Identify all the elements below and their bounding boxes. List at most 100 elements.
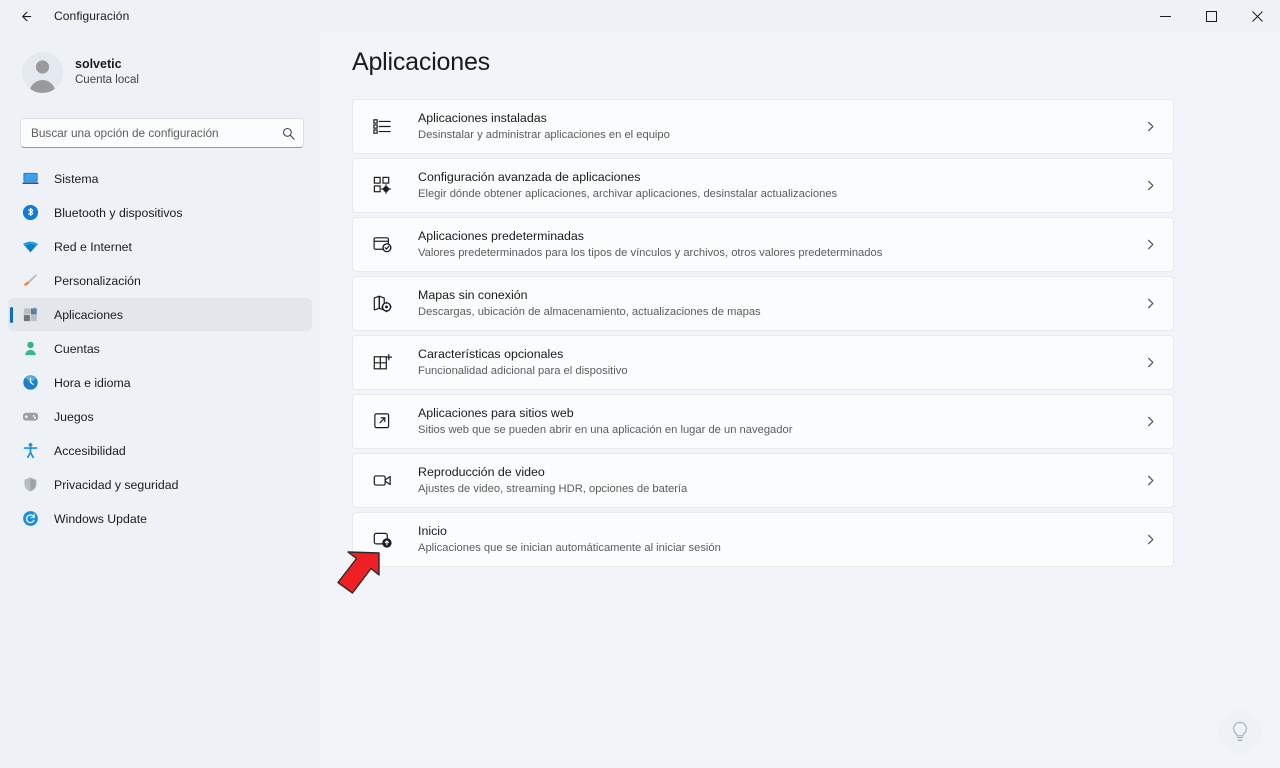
account-text: solvetic Cuenta local: [75, 57, 139, 88]
avatar: [22, 51, 63, 93]
card-subtitle: Funcionalidad adicional para el disposit…: [418, 365, 628, 378]
accounts-icon: [21, 340, 39, 358]
settings-card-offline-maps[interactable]: Mapas sin conexión Descargas, ubicación …: [352, 276, 1174, 331]
sidebar-item-label: Privacidad y seguridad: [54, 477, 179, 492]
accessibility-icon: [21, 442, 39, 460]
card-subtitle: Descargas, ubicación de almacenamiento, …: [418, 306, 761, 319]
main-content: Aplicaciones Aplicaciones instaladas Des…: [320, 32, 1280, 768]
back-button[interactable]: [8, 0, 42, 32]
gamepad-icon: [21, 408, 39, 426]
default-apps-icon: [371, 234, 393, 256]
settings-card-optional-features[interactable]: Características opcionales Funcionalidad…: [352, 335, 1174, 390]
card-subtitle: Aplicaciones que se inician automáticame…: [418, 542, 721, 555]
advanced-apps-settings-icon: [371, 175, 393, 197]
clock-icon: [21, 374, 39, 392]
chevron-right-icon: [1144, 356, 1157, 369]
sidebar-item-label: Windows Update: [54, 511, 147, 526]
search-box[interactable]: [20, 118, 304, 148]
card-text: Aplicaciones para sitios web Sitios web …: [418, 405, 1144, 438]
feedback-button[interactable]: [1218, 710, 1262, 754]
minimize-button[interactable]: [1142, 0, 1188, 32]
app-shell: solvetic Cuenta local Buscar una opción …: [0, 32, 1280, 768]
card-title: Reproducción de video: [418, 465, 545, 480]
account-card[interactable]: solvetic Cuenta local: [16, 44, 304, 100]
close-button[interactable]: [1234, 0, 1280, 32]
chevron-right-icon: [1144, 120, 1157, 133]
card-text: Aplicaciones predeterminadas Valores pre…: [418, 228, 1144, 261]
shield-icon: [21, 476, 39, 494]
sidebar-item-label: Accesibilidad: [54, 443, 126, 458]
chevron-right-icon: [1144, 415, 1157, 428]
card-text: Reproducción de video Ajustes de video, …: [418, 464, 1144, 497]
sidebar-item-bluetooth-y-dispositivos[interactable]: Bluetooth y dispositivos: [8, 196, 312, 229]
card-subtitle: Ajustes de video, streaming HDR, opcione…: [418, 483, 688, 496]
card-title: Aplicaciones instaladas: [418, 111, 547, 126]
maximize-button[interactable]: [1188, 0, 1234, 32]
video-playback-icon: [371, 470, 393, 492]
card-subtitle: Valores predeterminados para los tipos d…: [418, 247, 883, 260]
sidebar-item-red-e-internet[interactable]: Red e Internet: [8, 230, 312, 263]
network-icon: [21, 238, 39, 256]
sidebar-item-windows-update[interactable]: Windows Update: [8, 502, 312, 535]
search-input[interactable]: [31, 126, 282, 140]
card-text: Configuración avanzada de aplicaciones E…: [418, 169, 1144, 202]
search-icon: [282, 127, 295, 140]
sidebar-item-sistema[interactable]: Sistema: [8, 162, 312, 195]
card-subtitle: Sitios web que se pueden abrir en una ap…: [418, 424, 793, 437]
sidebar-item-aplicaciones[interactable]: Aplicaciones: [8, 298, 312, 331]
sidebar-item-label: Bluetooth y dispositivos: [54, 205, 183, 220]
offline-maps-icon: [371, 293, 393, 315]
page-title: Aplicaciones: [352, 48, 490, 76]
chevron-right-icon: [1144, 238, 1157, 251]
sidebar-item-label: Sistema: [54, 171, 99, 186]
chevron-right-icon: [1144, 474, 1157, 487]
sidebar-item-label: Personalización: [54, 273, 141, 288]
chevron-right-icon: [1144, 297, 1157, 310]
settings-card-startup-apps[interactable]: Inicio Aplicaciones que se inician autom…: [352, 512, 1174, 567]
account-subtitle: Cuenta local: [75, 74, 139, 87]
sidebar-item-hora-e-idioma[interactable]: Hora e idioma: [8, 366, 312, 399]
card-text: Inicio Aplicaciones que se inician autom…: [418, 523, 1144, 556]
title-bar: Configuración: [0, 0, 1280, 32]
chevron-right-icon: [1144, 179, 1157, 192]
web-apps-icon: [371, 411, 393, 433]
card-title: Aplicaciones predeterminadas: [418, 229, 584, 244]
window-title: Configuración: [54, 9, 130, 23]
sidebar-item-privacidad-y-seguridad[interactable]: Privacidad y seguridad: [8, 468, 312, 501]
sidebar-item-label: Cuentas: [54, 341, 100, 356]
sidebar-item-cuentas[interactable]: Cuentas: [8, 332, 312, 365]
sidebar-item-juegos[interactable]: Juegos: [8, 400, 312, 433]
settings-card-default-apps[interactable]: Aplicaciones predeterminadas Valores pre…: [352, 217, 1174, 272]
sidebar-item-accesibilidad[interactable]: Accesibilidad: [8, 434, 312, 467]
card-title: Aplicaciones para sitios web: [418, 406, 574, 421]
card-title: Inicio: [418, 524, 447, 539]
apps-icon: [21, 306, 39, 324]
sidebar-nav: Sistema Bluetooth y dispositivos Red e I…: [0, 162, 320, 535]
card-text: Aplicaciones instaladas Desinstalar y ad…: [418, 110, 1144, 143]
sidebar-item-personalizacion[interactable]: Personalización: [8, 264, 312, 297]
system-icon: [21, 170, 39, 188]
chevron-right-icon: [1144, 533, 1157, 546]
card-title: Mapas sin conexión: [418, 288, 528, 303]
settings-card-apps-for-websites[interactable]: Aplicaciones para sitios web Sitios web …: [352, 394, 1174, 449]
window-controls: [1142, 0, 1280, 32]
settings-card-installed-apps[interactable]: Aplicaciones instaladas Desinstalar y ad…: [352, 99, 1174, 154]
account-name: solvetic: [75, 56, 122, 71]
settings-card-advanced-app-settings[interactable]: Configuración avanzada de aplicaciones E…: [352, 158, 1174, 213]
sidebar-item-label: Red e Internet: [54, 239, 132, 254]
card-title: Características opcionales: [418, 347, 564, 362]
optional-features-icon: [371, 352, 393, 374]
update-icon: [21, 510, 39, 528]
settings-card-video-playback[interactable]: Reproducción de video Ajustes de video, …: [352, 453, 1174, 508]
card-subtitle: Desinstalar y administrar aplicaciones e…: [418, 129, 670, 142]
sidebar-item-label: Juegos: [54, 409, 94, 424]
settings-card-list: Aplicaciones instaladas Desinstalar y ad…: [352, 99, 1174, 567]
card-text: Mapas sin conexión Descargas, ubicación …: [418, 287, 1144, 320]
bluetooth-icon: [21, 204, 39, 222]
sidebar-item-label: Hora e idioma: [54, 375, 131, 390]
card-text: Características opcionales Funcionalidad…: [418, 346, 1144, 379]
installed-apps-list-icon: [371, 116, 393, 138]
card-title: Configuración avanzada de aplicaciones: [418, 170, 641, 185]
brush-icon: [21, 272, 39, 290]
sidebar-item-label: Aplicaciones: [54, 307, 124, 322]
